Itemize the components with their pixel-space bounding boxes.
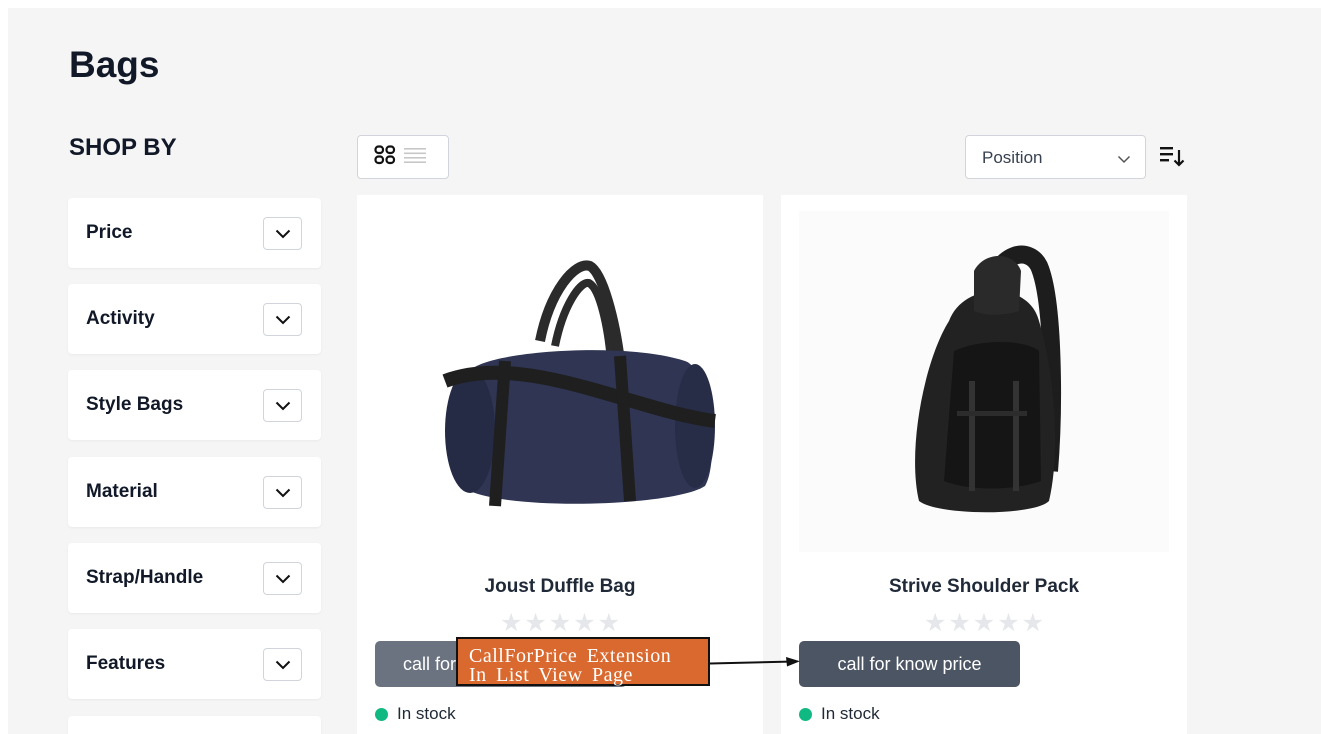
filter-style-bags[interactable]: Style Bags [68,370,321,440]
star-icon: ★ [1021,608,1045,637]
chevron-down-icon [1117,151,1131,169]
filter-label: Activity [86,308,155,329]
stock-status: In stock [375,704,456,724]
stock-label: In stock [397,704,456,723]
page-title: Bags [69,44,160,85]
in-stock-dot-icon [799,707,812,721]
sort-by-select[interactable]: Position [965,135,1146,179]
filter-strap-handle[interactable]: Strap/Handle [68,543,321,613]
chevron-down-icon[interactable] [263,389,302,422]
shop-by-title: SHOP BY [69,134,177,161]
rating-stars: ★ ★ ★ ★ ★ [357,610,763,635]
product-image[interactable] [375,211,745,552]
star-icon: ★ [923,608,947,637]
star-icon: ★ [573,608,596,637]
stock-label: In stock [821,704,880,723]
product-name[interactable]: Strive Shoulder Pack [781,576,1187,598]
annotation-callout: CallForPrice Extension In List View Page [456,637,710,686]
filter-features[interactable]: Features [68,629,321,699]
star-icon: ★ [597,608,621,637]
annotation-line-2: In List View Page [469,664,633,686]
filter-label: Strap/Handle [86,567,204,588]
list-icon[interactable] [404,147,426,168]
star-icon: ★ [524,608,547,637]
filter-material[interactable]: Material [68,457,321,527]
filter-price[interactable]: Price [68,198,321,268]
filter-label: Style Bags [86,394,184,415]
arrow-right-icon [709,656,802,675]
sort-by-value: Position [982,148,1043,167]
star-icon: ★ [499,608,523,637]
filter-activity[interactable]: Activity [68,284,321,354]
grid-icon[interactable] [374,144,396,170]
chevron-down-icon[interactable] [263,217,302,250]
product-name[interactable]: Joust Duffle Bag [357,576,763,598]
call-for-price-button[interactable]: call for know price [799,641,1020,687]
filter-label: Features [86,653,166,674]
in-stock-dot-icon [375,707,388,721]
sort-direction-icon[interactable] [1160,146,1186,173]
star-icon: ★ [548,608,572,637]
chevron-down-icon[interactable] [263,648,302,681]
filter-more[interactable] [68,716,321,734]
chevron-down-icon[interactable] [263,476,302,509]
filter-label: Material [86,481,158,502]
product-card: Strive Shoulder Pack ★ ★ ★ ★ ★ call for … [781,195,1187,734]
star-icon: ★ [972,608,996,637]
product-image[interactable] [799,211,1169,552]
page-background: Bags SHOP BY Price Activity Style Bags M… [8,8,1321,734]
rating-stars: ★ ★ ★ ★ ★ [781,610,1187,635]
chevron-down-icon[interactable] [263,562,302,595]
stock-status: In stock [799,704,880,724]
star-icon: ★ [948,608,971,637]
star-icon: ★ [997,608,1020,637]
view-mode-toggle [357,135,449,179]
filter-label: Price [86,222,133,243]
chevron-down-icon[interactable] [263,303,302,336]
